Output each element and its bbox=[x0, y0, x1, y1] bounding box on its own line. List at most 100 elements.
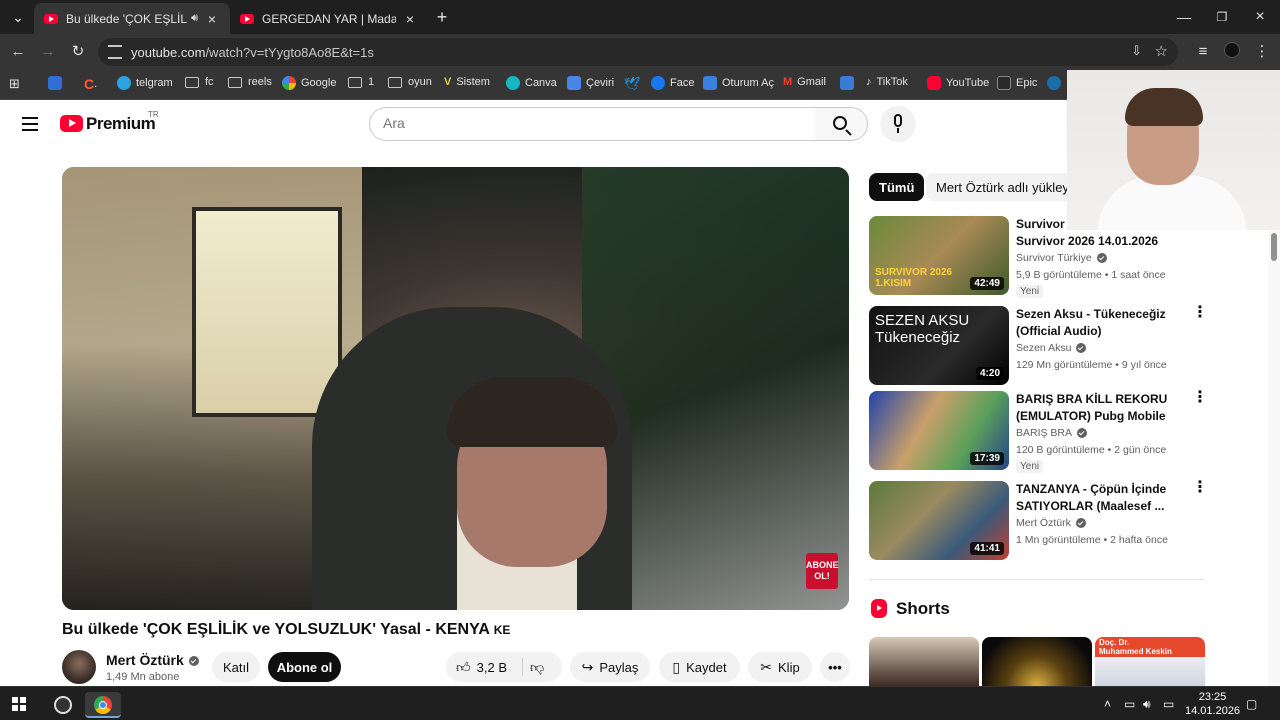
join-button[interactable]: Katıl bbox=[212, 652, 260, 682]
google-icon bbox=[282, 76, 296, 90]
close-window-icon[interactable]: × bbox=[1248, 6, 1272, 28]
share-icon: ↪ bbox=[581, 658, 594, 675]
scrollbar-thumb[interactable] bbox=[1271, 233, 1277, 261]
bookmark-fc[interactable]: fc bbox=[185, 76, 214, 88]
recommendation-channel[interactable]: BARIŞ BRA bbox=[1016, 427, 1088, 439]
minimize-icon[interactable]: — bbox=[1172, 6, 1196, 28]
channel-name[interactable]: Mert Öztürk bbox=[106, 652, 199, 668]
shorts-icon bbox=[871, 599, 887, 618]
tab-inactive[interactable]: GERGEDAN YAR | Madara Oldu × bbox=[230, 3, 428, 34]
subscribe-button[interactable]: Abone ol bbox=[268, 652, 341, 682]
bookmark-gmail[interactable]: M Gmail bbox=[783, 76, 826, 88]
close-tab-icon[interactable]: × bbox=[402, 11, 418, 27]
bookmark-canva[interactable]: Canva bbox=[506, 76, 557, 90]
recommendation-channel[interactable]: Mert Öztürk bbox=[1016, 517, 1086, 529]
forward-arrow-icon[interactable]: → bbox=[38, 42, 58, 62]
more-vertical-icon[interactable]: ⋮ bbox=[1192, 305, 1208, 321]
channel-avatar[interactable] bbox=[62, 650, 96, 684]
site-info-icon[interactable] bbox=[108, 45, 122, 59]
bookmark-face[interactable]: Face bbox=[651, 76, 694, 90]
bookmark-twitter[interactable]: 🕊︎ bbox=[624, 76, 641, 92]
recommendation-channel[interactable]: Sezen Aksu bbox=[1016, 342, 1087, 354]
save-button[interactable]: ▯ Kaydet bbox=[659, 652, 740, 682]
tab-search-button[interactable]: ⌄ bbox=[6, 6, 30, 28]
recommendation-meta: 120 B görüntüleme • 2 gün önce bbox=[1016, 444, 1167, 456]
apps-grid-icon[interactable]: ⊞ bbox=[9, 76, 20, 92]
profile-avatar[interactable] bbox=[1222, 42, 1242, 62]
tab-active[interactable]: Bu ülkede 'ÇOK EŞLİLİK ve YOLSUZLUK' Yas… bbox=[34, 3, 230, 34]
like-dislike-group: 👍︎ 3,2 B 👎︎ bbox=[446, 652, 562, 682]
new-tab-button[interactable]: + bbox=[430, 6, 454, 28]
search-button[interactable] bbox=[815, 107, 868, 141]
recommendation-channel[interactable]: Survivor Türkiye bbox=[1016, 252, 1107, 264]
install-app-icon[interactable]: ⇩ bbox=[1131, 43, 1142, 59]
chrome-menu-icon[interactable]: ⋮ bbox=[1252, 42, 1272, 62]
more-actions-button[interactable]: ••• bbox=[820, 652, 850, 682]
bookmark-tiktok[interactable]: ♪ TikTok bbox=[866, 76, 908, 88]
bookmark-epic[interactable]: Epic bbox=[997, 76, 1037, 90]
more-vertical-icon[interactable]: ⋮ bbox=[1192, 390, 1208, 406]
bookmark-c-icon[interactable]: C. bbox=[84, 76, 97, 92]
address-bar[interactable]: youtube.com/watch?v=tYygto8Ao8E&t=1s ⇩ ☆ bbox=[98, 38, 1178, 66]
video-thumbnail[interactable]: 17:39 bbox=[869, 391, 1009, 470]
bookmark-ceviri[interactable]: Çeviri bbox=[567, 76, 614, 90]
bookmark-star-icon[interactable]: ☆ bbox=[1155, 42, 1168, 60]
restore-icon[interactable]: ❐ bbox=[1210, 6, 1234, 28]
shorts-title: Shorts bbox=[896, 599, 950, 618]
brand-region: TR bbox=[148, 110, 159, 119]
volume-icon[interactable]: 🔊︎ bbox=[1143, 697, 1151, 712]
bookmark-info[interactable] bbox=[840, 76, 859, 90]
like-icon[interactable]: 👍︎ bbox=[456, 659, 471, 676]
brand-name[interactable]: Premium bbox=[86, 114, 156, 134]
chip-all[interactable]: Tümü bbox=[869, 173, 925, 201]
speaker-icon[interactable]: 🔊︎ bbox=[191, 12, 198, 25]
taskbar-app-chrome-icon[interactable] bbox=[85, 692, 121, 718]
media-control-icon[interactable]: ≡ bbox=[1193, 42, 1213, 62]
close-tab-icon[interactable]: × bbox=[204, 11, 220, 27]
youtube-logo-icon[interactable] bbox=[60, 115, 83, 132]
taskbar-clock[interactable]: 23:25 14.01.2026 bbox=[1185, 690, 1240, 718]
network-icon[interactable]: ▭ bbox=[1163, 697, 1174, 711]
short-thumbnail[interactable] bbox=[869, 637, 979, 686]
bookmark-1[interactable]: 1 bbox=[348, 76, 374, 88]
windows-start-icon[interactable] bbox=[12, 697, 26, 711]
taskbar-app-obs-icon[interactable] bbox=[45, 692, 81, 718]
back-arrow-icon[interactable]: ← bbox=[8, 42, 28, 62]
video-thumbnail[interactable]: SURVIVOR 2026 1.KISIM 42:49 bbox=[869, 216, 1009, 295]
share-button[interactable]: ↪ Paylaş bbox=[570, 652, 650, 682]
menu-icon[interactable] bbox=[22, 117, 38, 131]
notification-icon[interactable]: ▢ bbox=[1246, 697, 1257, 711]
show-hidden-icons[interactable]: ˄ bbox=[1104, 697, 1111, 711]
bookmark-sistem[interactable]: V Sistem bbox=[444, 76, 490, 88]
bookmark-oturum-ac[interactable]: Oturum Aç bbox=[703, 76, 774, 90]
bookmark-screenshot-icon[interactable] bbox=[48, 76, 67, 90]
battery-icon[interactable]: ▭ bbox=[1124, 697, 1135, 711]
short-thumbnail[interactable]: Doç. Dr. Muhammed Keskin bbox=[1095, 637, 1205, 686]
dislike-icon[interactable]: 👎︎ bbox=[530, 659, 544, 676]
bookmark-oyun[interactable]: oyun bbox=[388, 76, 432, 88]
recommendation-item[interactable]: SEZEN AKSU Tükeneceğiz 4:20 Sezen Aksu -… bbox=[869, 305, 1209, 386]
short-thumbnail[interactable] bbox=[982, 637, 1092, 686]
clip-button[interactable]: ✂ Klip bbox=[748, 652, 812, 682]
search-box[interactable] bbox=[369, 107, 816, 141]
subscribe-watermark[interactable]: ABONE OL! bbox=[806, 553, 839, 589]
bookmark-youtube[interactable]: YouTube bbox=[927, 76, 989, 90]
bookmark-google[interactable]: Google bbox=[282, 76, 336, 90]
reload-icon[interactable]: ↻ bbox=[68, 42, 88, 62]
page-scrollbar[interactable] bbox=[1268, 230, 1280, 686]
video-player[interactable]: ABONE OL! bbox=[62, 167, 849, 610]
search-input[interactable] bbox=[383, 108, 783, 138]
folder-icon bbox=[185, 76, 199, 88]
recommendation-item[interactable]: 41:41 TANZANYA - Çöpün İçinde SATIYORLAR… bbox=[869, 480, 1209, 561]
youtube-favicon-icon bbox=[44, 13, 58, 24]
like-count[interactable]: 3,2 B bbox=[477, 660, 507, 675]
more-horizontal-icon: ••• bbox=[828, 659, 842, 675]
recommendation-item[interactable]: 17:39 BARIŞ BRA KİLL REKORU (EMULATOR) P… bbox=[869, 390, 1209, 473]
video-thumbnail[interactable]: SEZEN AKSU Tükeneceğiz 4:20 bbox=[869, 306, 1009, 385]
more-vertical-icon[interactable]: ⋮ bbox=[1192, 480, 1208, 496]
video-thumbnail[interactable]: 41:41 bbox=[869, 481, 1009, 560]
bookmark-steam[interactable] bbox=[1047, 76, 1066, 90]
bookmark-reels[interactable]: reels bbox=[228, 76, 272, 88]
voice-search-button[interactable] bbox=[880, 106, 916, 142]
bookmark-telgram[interactable]: telgram bbox=[117, 76, 173, 90]
